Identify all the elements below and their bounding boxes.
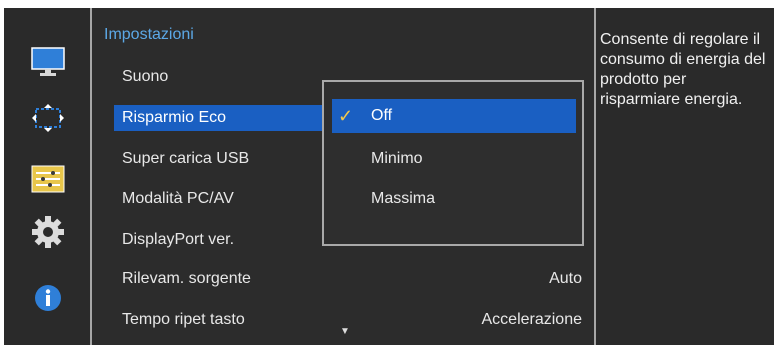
menu-item-suono[interactable]: Suono — [114, 64, 334, 90]
settings-panel: Impostazioni Suono Risparmio Eco Super c… — [90, 8, 596, 345]
menu-item-rilevam-sorgente[interactable]: Rilevam. sorgente — [114, 266, 334, 292]
option-label: Minimo — [371, 150, 423, 167]
osd-window: Impostazioni Suono Risparmio Eco Super c… — [4, 8, 774, 345]
option-massima[interactable]: Massima — [332, 182, 576, 216]
gear-icon[interactable] — [31, 215, 65, 249]
move-arrows-icon[interactable] — [31, 101, 65, 135]
risparmio-eco-dropdown: ✓ Off Minimo Massima — [322, 80, 584, 246]
adjust-sliders-icon[interactable] — [31, 162, 65, 196]
option-label: Massima — [371, 190, 436, 207]
monitor-icon[interactable] — [31, 45, 65, 79]
scroll-down-icon[interactable]: ▼ — [340, 326, 350, 337]
menu-item-tempo-ripet-tasto[interactable]: Tempo ripet tasto — [114, 307, 334, 333]
info-icon[interactable] — [31, 281, 65, 315]
check-icon: ✓ — [338, 106, 354, 126]
menu-item-risparmio-eco[interactable]: Risparmio Eco — [114, 105, 334, 131]
option-label: Off — [371, 107, 393, 124]
tempo-ripet-tasto-value: Accelerazione — [481, 311, 583, 328]
menu-item-modalita-pc-av[interactable]: Modalità PC/AV — [114, 186, 334, 212]
option-minimo[interactable]: Minimo — [332, 142, 576, 176]
panel-title: Impostazioni — [104, 26, 194, 43]
menu-item-super-carica-usb[interactable]: Super carica USB — [114, 146, 334, 172]
menu-item-displayport-ver[interactable]: DisplayPort ver. — [114, 227, 334, 253]
rilevam-sorgente-value: Auto — [549, 270, 582, 287]
option-off[interactable]: ✓ Off — [332, 99, 576, 133]
help-description: Consente di regolare il consumo di energ… — [600, 31, 766, 108]
sidebar — [4, 8, 90, 345]
